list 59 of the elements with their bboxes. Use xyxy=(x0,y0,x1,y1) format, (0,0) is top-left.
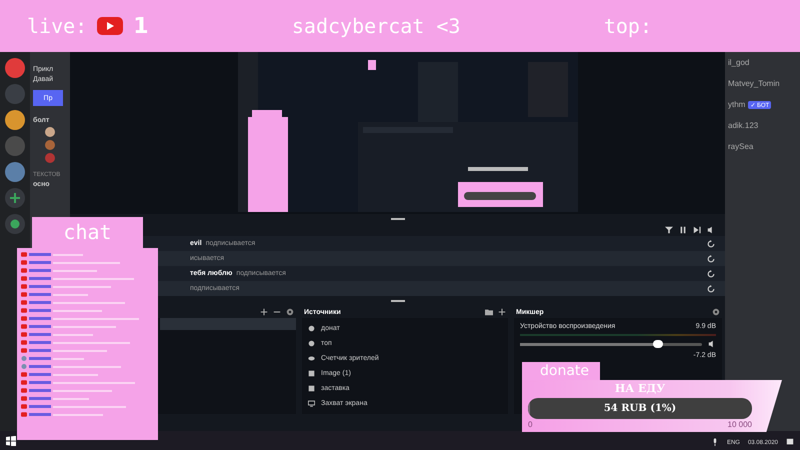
member-name[interactable]: il_god xyxy=(728,58,750,67)
blurred-name-drawing xyxy=(29,333,51,336)
source-type-icon xyxy=(308,400,315,407)
windows-icon[interactable] xyxy=(6,436,16,446)
plus-icon[interactable] xyxy=(260,308,268,316)
server-icon[interactable] xyxy=(5,162,25,182)
blurred-name-drawing xyxy=(29,285,51,288)
donate-title: donate xyxy=(522,362,600,380)
viewer-count: 1 xyxy=(133,14,149,38)
blurred-name-drawing xyxy=(29,277,51,280)
blurred-name-drawing xyxy=(29,309,51,312)
blurred-name-drawing xyxy=(29,349,51,352)
blurred-name-drawing xyxy=(29,413,51,416)
goal-max: 10 000 xyxy=(728,420,752,429)
chat-title: chat xyxy=(32,217,143,248)
pause-icon[interactable] xyxy=(679,226,687,234)
blurred-name-drawing xyxy=(29,365,51,368)
goal-min: 0 xyxy=(528,420,532,429)
settings-icon[interactable] xyxy=(712,308,720,316)
folder-icon[interactable] xyxy=(485,308,493,316)
blurred-name-drawing xyxy=(29,373,51,376)
source-type-icon xyxy=(308,340,315,347)
member-name[interactable]: Matvey_Tomin xyxy=(728,79,780,88)
volume-slider[interactable] xyxy=(520,342,702,346)
source-type-icon xyxy=(308,325,315,332)
filter-icon[interactable] xyxy=(665,226,673,234)
blurred-name-drawing xyxy=(29,397,51,400)
blurred-name-drawing xyxy=(29,261,51,264)
blurred-name-drawing xyxy=(29,301,51,304)
source-type-icon xyxy=(308,355,315,362)
server-icon[interactable] xyxy=(5,110,25,130)
goal-amount: 54 RUB (1%) xyxy=(604,403,676,414)
blurred-name-drawing xyxy=(29,389,51,392)
source-type-icon xyxy=(308,385,315,392)
blurred-name-drawing xyxy=(29,293,51,296)
member-name[interactable]: adik.123 xyxy=(728,121,758,130)
live-label: live: xyxy=(27,14,88,38)
blurred-name-drawing xyxy=(29,317,51,320)
blurred-name-drawing xyxy=(29,405,51,408)
member-name[interactable]: ythm xyxy=(728,100,746,109)
add-server-icon[interactable] xyxy=(5,188,25,208)
skip-icon[interactable] xyxy=(693,226,701,234)
source-type-icon xyxy=(308,370,315,377)
settings-icon[interactable] xyxy=(286,308,294,316)
top-label: top: xyxy=(604,14,652,38)
speaker-icon[interactable] xyxy=(707,226,715,234)
blurred-name-drawing xyxy=(29,341,51,344)
blurred-name-drawing xyxy=(29,269,51,272)
member-name[interactable]: raySea xyxy=(728,142,754,151)
goal-title: НА ЕДУ xyxy=(614,382,666,395)
speaker-icon[interactable] xyxy=(708,340,716,348)
plus-icon[interactable] xyxy=(498,308,506,316)
blurred-name-drawing xyxy=(29,381,51,384)
notification-icon[interactable] xyxy=(786,438,794,446)
server-icon[interactable] xyxy=(5,58,25,78)
channel-name: sadcybercat <3 xyxy=(292,14,460,38)
blurred-name-drawing xyxy=(29,357,51,360)
blurred-name-drawing xyxy=(29,325,51,328)
blurred-name-drawing xyxy=(29,253,51,256)
